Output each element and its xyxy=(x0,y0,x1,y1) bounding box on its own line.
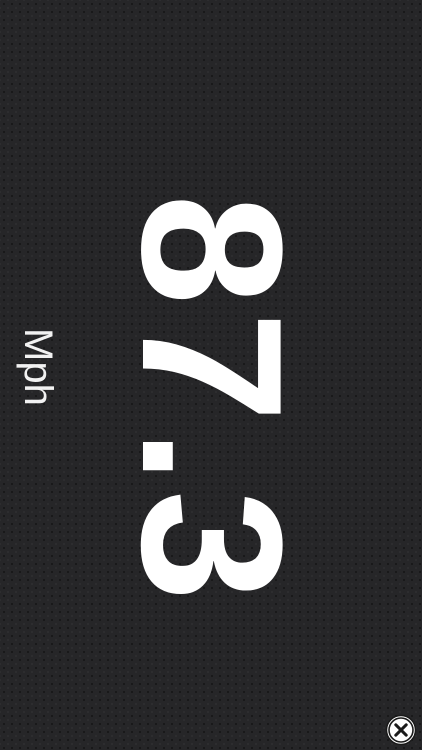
close-circle-icon xyxy=(385,714,417,746)
speed-value: 87.3 xyxy=(100,194,323,608)
close-button[interactable] xyxy=(385,714,417,746)
speedometer-screen: 87.3 Mph xyxy=(0,0,422,750)
speed-display: 87.3 Mph xyxy=(0,0,422,750)
speed-unit-label: Mph xyxy=(16,328,60,406)
